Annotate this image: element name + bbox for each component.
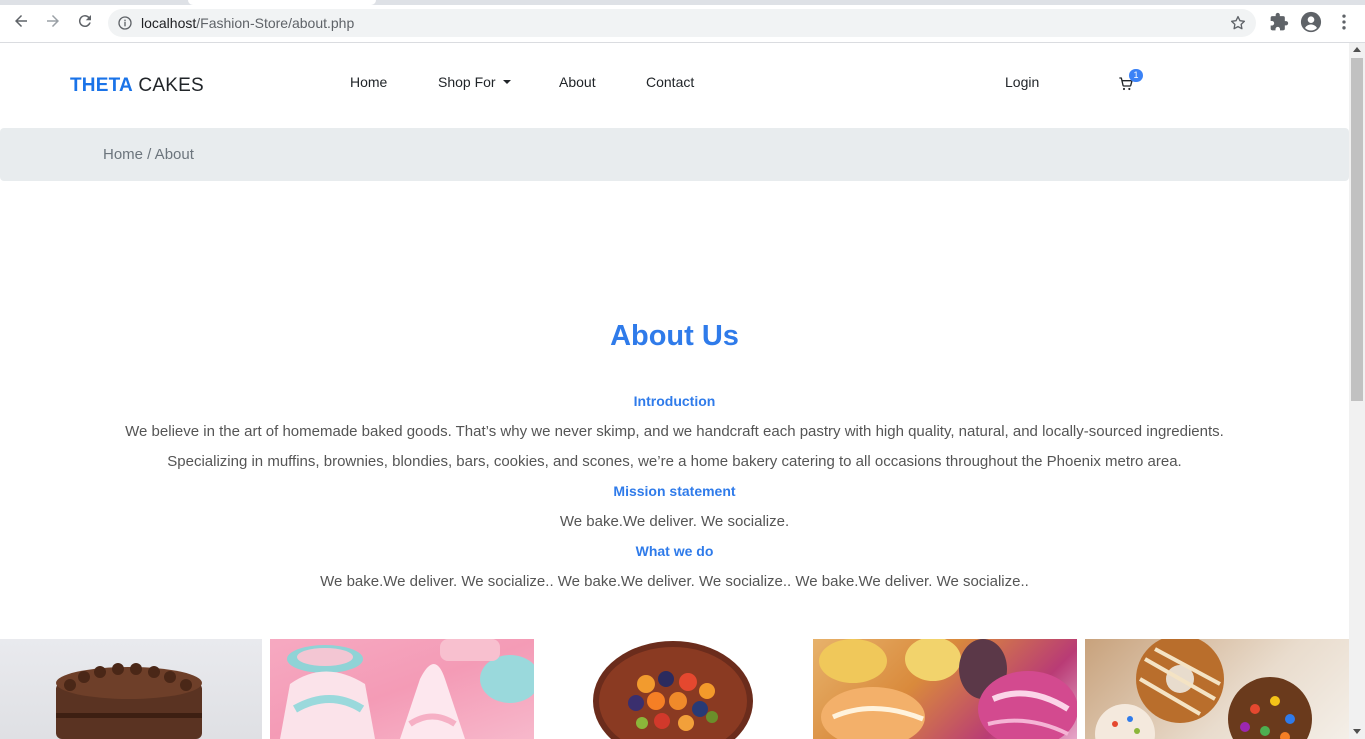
site-navbar: THETA CAKES Home Shop For About Contact …: [0, 43, 1349, 128]
profile-avatar-icon[interactable]: [1300, 11, 1322, 33]
caret-down-icon: [502, 80, 511, 84]
forward-icon[interactable]: [43, 11, 63, 31]
url-text[interactable]: localhost/Fashion-Store/about.php: [141, 15, 354, 31]
nav-shop-for-label: Shop For: [438, 74, 496, 90]
scroll-down-arrow-icon[interactable]: [1353, 729, 1361, 734]
brand-rest: CAKES: [132, 75, 204, 96]
browser-toolbar: localhost/Fashion-Store/about.php: [0, 0, 1365, 43]
gallery-image-decorated-donuts: [1085, 639, 1349, 739]
url-host: localhost: [141, 15, 197, 31]
active-tab[interactable]: [188, 0, 376, 5]
extensions-puzzle-icon[interactable]: [1269, 12, 1289, 32]
mission-text: We bake.We deliver. We socialize.: [559, 513, 790, 530]
reload-icon[interactable]: [75, 11, 95, 31]
page-scrollbar[interactable]: [1349, 43, 1365, 739]
brand-logo[interactable]: THETA CAKES: [70, 75, 204, 97]
bookmark-star-icon[interactable]: [1229, 14, 1247, 32]
cart-count-badge: 1: [1129, 69, 1143, 82]
breadcrumb: Home / About: [0, 128, 1349, 181]
page-viewport: THETA CAKES Home Shop For About Contact …: [0, 43, 1349, 739]
gallery-image-fruit-tart-cake: [542, 639, 805, 739]
gallery-image-macarons: [813, 639, 1077, 739]
introduction-heading: Introduction: [633, 393, 716, 409]
info-icon[interactable]: [117, 15, 133, 31]
brand-accent: THETA: [70, 75, 133, 96]
nav-shop-for-dropdown[interactable]: Shop For: [438, 74, 511, 90]
nav-about-link[interactable]: About: [559, 74, 596, 90]
breadcrumb-text[interactable]: Home / About: [103, 146, 194, 163]
what-we-do-heading: What we do: [635, 543, 714, 559]
page-title: About Us: [610, 320, 739, 352]
nav-contact-link[interactable]: Contact: [646, 74, 694, 90]
scroll-up-arrow-icon[interactable]: [1353, 47, 1361, 52]
url-path: /Fashion-Store/about.php: [196, 15, 355, 31]
gallery-image-meringue-cupcakes: [270, 639, 534, 739]
mission-heading: Mission statement: [613, 483, 736, 499]
gallery-image-chocolate-cake: [0, 639, 262, 739]
introduction-text-line-1: We believe in the art of homemade baked …: [125, 423, 1224, 440]
nav-login-link[interactable]: Login: [1005, 74, 1039, 90]
introduction-text-line-2: Specializing in muffins, brownies, blond…: [167, 453, 1182, 470]
what-we-do-text: We bake.We deliver. We socialize.. We ba…: [320, 573, 1029, 590]
back-icon[interactable]: [11, 11, 31, 31]
browser-menu-icon[interactable]: [1334, 12, 1354, 32]
nav-home-link[interactable]: Home: [350, 74, 387, 90]
address-bar[interactable]: localhost/Fashion-Store/about.php: [108, 9, 1256, 37]
scrollbar-thumb[interactable]: [1351, 58, 1363, 401]
